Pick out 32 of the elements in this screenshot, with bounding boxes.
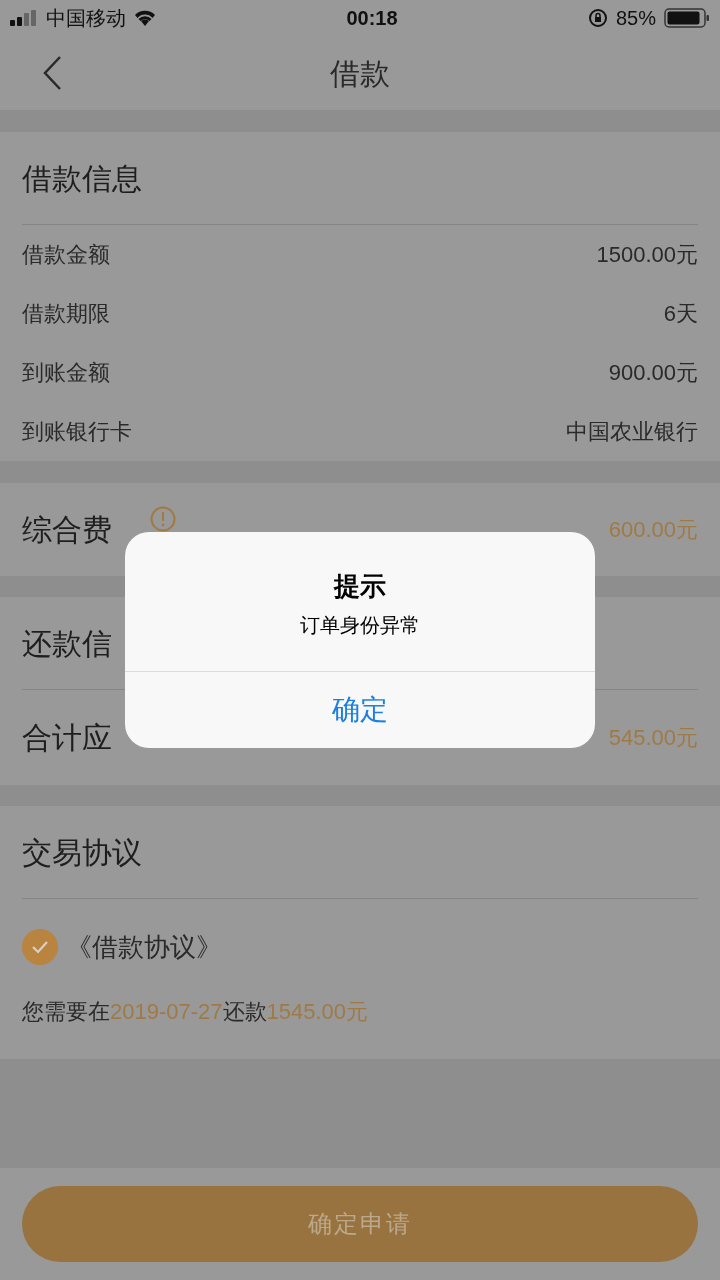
battery-icon	[664, 8, 710, 28]
row-label: 还款信	[22, 625, 112, 662]
row-label: 借款信息	[22, 160, 142, 197]
wifi-icon	[134, 10, 156, 26]
row-label: 到账金额	[22, 359, 110, 387]
battery-text: 85%	[615, 6, 656, 31]
row-value: 中国农业银行	[566, 418, 698, 446]
rotation-lock-icon	[587, 8, 608, 28]
repayment-note: 您需要在2019-07-27还款1545.00元	[22, 998, 370, 1026]
back-icon	[42, 55, 62, 91]
signal-icon	[10, 10, 38, 26]
total-value: 545.00元	[608, 724, 698, 752]
carrier-text: 中国移动	[46, 6, 126, 31]
row-label: 借款金额	[22, 241, 110, 269]
confirm-button[interactable]: 确定	[125, 672, 595, 748]
total-label: 合计应	[22, 720, 112, 756]
check-icon	[31, 940, 49, 954]
agreement-checkbox[interactable]	[22, 929, 58, 965]
page-title: 借款	[330, 55, 390, 92]
agreement-link[interactable]: 《借款协议》	[66, 927, 222, 967]
dialog-message: 订单身份异常	[300, 613, 420, 638]
clock-text: 00:18	[346, 6, 398, 31]
dialog-title: 提示	[334, 570, 386, 603]
fee-label: 综合费	[22, 512, 112, 548]
info-icon	[150, 505, 176, 532]
row-label: 到账银行卡	[22, 418, 132, 446]
row-value: 1500.00元	[596, 241, 698, 269]
row-value: 6天	[663, 300, 698, 328]
fee-value: 600.00元	[608, 516, 698, 544]
row-value: 900.00元	[608, 359, 698, 387]
row-label: 借款期限	[22, 300, 110, 328]
row-label: 交易协议	[22, 834, 142, 871]
